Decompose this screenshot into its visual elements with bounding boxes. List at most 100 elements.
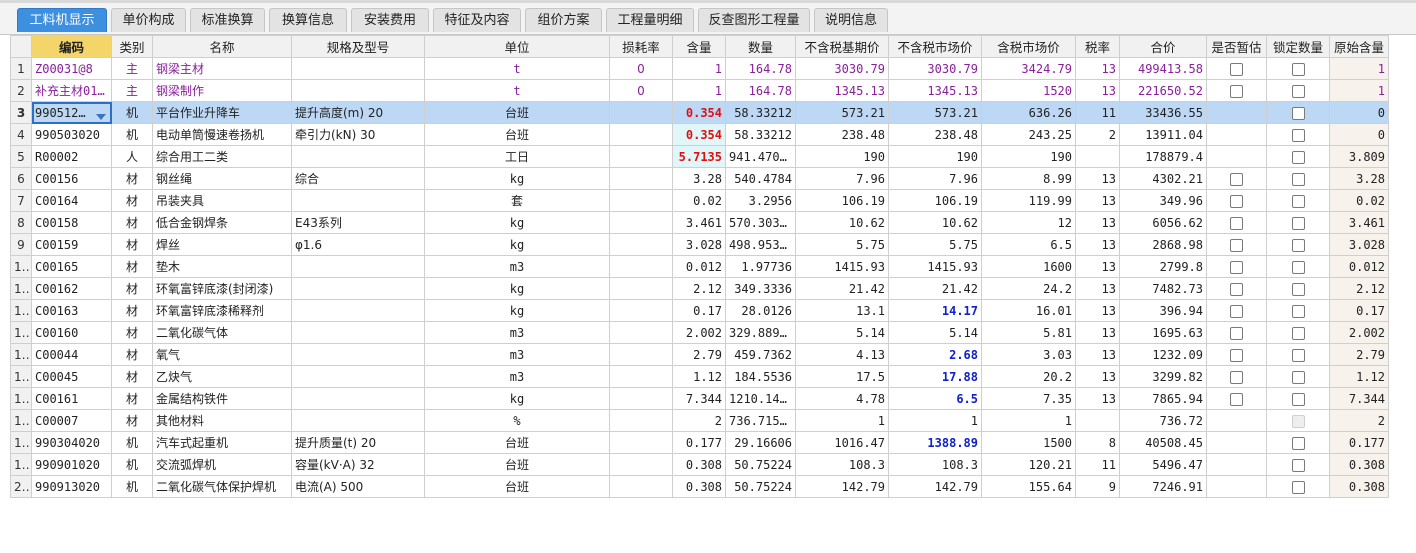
loss-rate-cell[interactable] <box>609 475 673 498</box>
table-row[interactable]: 4 990503020 机 电动单筒慢速卷扬机 牵引力(kN) 30 台班 0.354 58.… <box>10 123 1389 146</box>
checkbox-icon[interactable] <box>1291 150 1305 164</box>
loss-rate-cell[interactable] <box>609 299 673 322</box>
checkbox-icon[interactable] <box>1230 348 1243 362</box>
tab-5[interactable]: 安装费用 <box>351 8 429 32</box>
code-cell[interactable]: 990913020 <box>31 475 112 498</box>
market-price-cell[interactable]: 2.68 <box>888 343 982 366</box>
original-quantity-cell[interactable]: 3.809 <box>1329 145 1389 168</box>
checkbox-icon[interactable] <box>1230 260 1243 274</box>
column-header-14[interactable]: 是否暂估 <box>1206 35 1267 58</box>
total-price-cell[interactable]: 736.72 <box>1119 409 1207 432</box>
unit-cell[interactable]: 台班 <box>424 101 610 124</box>
taxed-price-cell[interactable]: 6.5 <box>981 233 1076 256</box>
market-price-cell[interactable]: 1 <box>888 409 982 432</box>
loss-rate-cell[interactable] <box>609 453 673 476</box>
amount-cell[interactable]: 164.78 <box>725 57 796 80</box>
type-cell[interactable]: 机 <box>111 123 153 146</box>
loss-rate-cell[interactable] <box>609 277 673 300</box>
code-cell[interactable]: 补充主材01… <box>31 79 112 102</box>
unit-cell[interactable]: m3 <box>424 343 610 366</box>
unit-cell[interactable]: 套 <box>424 189 610 212</box>
code-cell[interactable]: 990901020 <box>31 453 112 476</box>
quantity-per-unit-cell[interactable]: 1 <box>672 79 726 102</box>
quantity-per-unit-cell[interactable]: 0.354 <box>672 123 726 146</box>
loss-rate-cell[interactable] <box>609 387 673 410</box>
base-price-cell[interactable]: 13.1 <box>795 299 889 322</box>
estimate-checkbox-cell[interactable] <box>1206 409 1267 432</box>
code-cell[interactable]: C00164 <box>31 189 112 212</box>
spec-cell[interactable] <box>291 387 425 410</box>
loss-rate-cell[interactable] <box>609 101 673 124</box>
taxed-price-cell[interactable]: 3.03 <box>981 343 1076 366</box>
total-price-cell[interactable]: 1695.63 <box>1119 321 1207 344</box>
unit-cell[interactable]: m3 <box>424 365 610 388</box>
lock-checkbox-cell[interactable] <box>1266 343 1330 366</box>
original-quantity-cell[interactable]: 7.344 <box>1329 387 1389 410</box>
spec-cell[interactable] <box>291 409 425 432</box>
amount-cell[interactable]: 184.5536 <box>725 365 796 388</box>
quantity-per-unit-cell[interactable]: 0.308 <box>672 453 726 476</box>
original-quantity-cell[interactable]: 0.308 <box>1329 453 1389 476</box>
spec-cell[interactable] <box>291 57 425 80</box>
original-quantity-cell[interactable]: 3.28 <box>1329 167 1389 190</box>
total-price-cell[interactable]: 33436.55 <box>1119 101 1207 124</box>
base-price-cell[interactable]: 5.75 <box>795 233 889 256</box>
total-price-cell[interactable]: 40508.45 <box>1119 431 1207 454</box>
spec-cell[interactable] <box>291 343 425 366</box>
base-price-cell[interactable]: 238.48 <box>795 123 889 146</box>
total-price-cell[interactable]: 221650.52 <box>1119 79 1207 102</box>
market-price-cell[interactable]: 108.3 <box>888 453 982 476</box>
base-price-cell[interactable]: 4.13 <box>795 343 889 366</box>
tax-rate-cell[interactable]: 13 <box>1075 189 1120 212</box>
unit-cell[interactable]: m3 <box>424 321 610 344</box>
code-cell[interactable]: C00158 <box>31 211 112 234</box>
tax-rate-cell[interactable]: 11 <box>1075 101 1120 124</box>
market-price-cell[interactable]: 573.21 <box>888 101 982 124</box>
spec-cell[interactable] <box>291 299 425 322</box>
type-cell[interactable]: 材 <box>111 365 153 388</box>
tab-4[interactable]: 换算信息 <box>269 8 347 32</box>
estimate-checkbox-cell[interactable] <box>1206 387 1267 410</box>
unit-cell[interactable]: kg <box>424 299 610 322</box>
type-cell[interactable]: 材 <box>111 211 153 234</box>
base-price-cell[interactable]: 142.79 <box>795 475 889 498</box>
amount-cell[interactable]: 540.4784 <box>725 167 796 190</box>
name-cell[interactable]: 环氧富锌底漆稀释剂 <box>152 299 292 322</box>
checkbox-icon[interactable] <box>1291 172 1305 186</box>
base-price-cell[interactable]: 3030.79 <box>795 57 889 80</box>
base-price-cell[interactable]: 10.62 <box>795 211 889 234</box>
total-price-cell[interactable]: 5496.47 <box>1119 453 1207 476</box>
name-cell[interactable]: 二氧化碳气体保护焊机 <box>152 475 292 498</box>
taxed-price-cell[interactable]: 20.2 <box>981 365 1076 388</box>
tax-rate-cell[interactable] <box>1075 409 1120 432</box>
total-price-cell[interactable]: 1232.09 <box>1119 343 1207 366</box>
original-quantity-cell[interactable]: 3.028 <box>1329 233 1389 256</box>
tab-2[interactable]: 单价构成 <box>111 8 186 32</box>
type-cell[interactable]: 机 <box>111 475 153 498</box>
column-header-6[interactable]: 损耗率 <box>609 35 673 58</box>
unit-cell[interactable]: kg <box>424 277 610 300</box>
lock-checkbox-cell[interactable] <box>1266 475 1330 498</box>
estimate-checkbox-cell[interactable] <box>1206 365 1267 388</box>
quantity-per-unit-cell[interactable]: 2.79 <box>672 343 726 366</box>
checkbox-icon[interactable] <box>1230 84 1243 98</box>
name-cell[interactable]: 氧气 <box>152 343 292 366</box>
column-header-4[interactable]: 规格及型号 <box>291 35 425 58</box>
spec-cell[interactable]: 提升质量(t) 20 <box>291 431 425 454</box>
column-header-0[interactable] <box>10 35 32 58</box>
tax-rate-cell[interactable]: 13 <box>1075 79 1120 102</box>
lock-checkbox-cell[interactable] <box>1266 167 1330 190</box>
amount-cell[interactable]: 58.33212 <box>725 123 796 146</box>
unit-cell[interactable]: kg <box>424 167 610 190</box>
unit-cell[interactable]: 台班 <box>424 431 610 454</box>
lock-checkbox-cell[interactable] <box>1266 57 1330 80</box>
lock-checkbox-cell[interactable] <box>1266 387 1330 410</box>
spec-cell[interactable]: 电流(A) 500 <box>291 475 425 498</box>
original-quantity-cell[interactable]: 0.012 <box>1329 255 1389 278</box>
quantity-per-unit-cell[interactable]: 5.7135 <box>672 145 726 168</box>
name-cell[interactable]: 低合金钢焊条 <box>152 211 292 234</box>
lock-checkbox-cell[interactable] <box>1266 453 1330 476</box>
original-quantity-cell[interactable]: 0 <box>1329 123 1389 146</box>
original-quantity-cell[interactable]: 1.12 <box>1329 365 1389 388</box>
spec-cell[interactable]: 综合 <box>291 167 425 190</box>
